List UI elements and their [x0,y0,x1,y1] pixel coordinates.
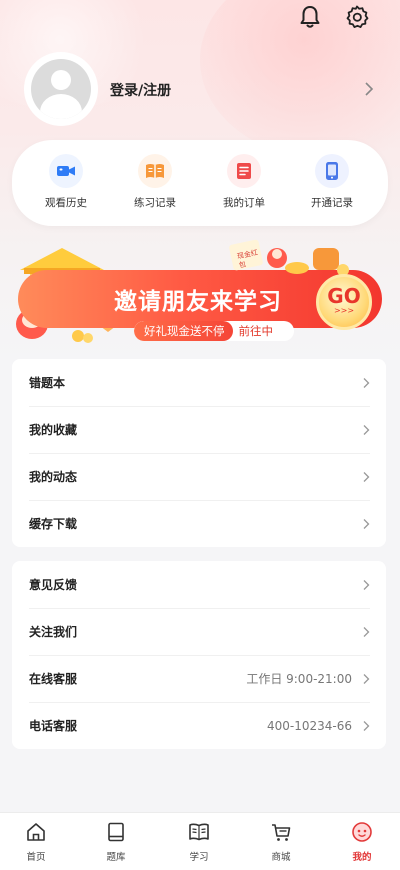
video-icon [49,154,83,188]
quick-action-label: 观看历史 [45,197,87,209]
tab-question-bank[interactable]: 题库 [86,821,146,863]
chevron-right-icon [363,471,370,482]
quick-action-label: 开通记录 [311,197,353,209]
user-login-row[interactable]: 登录/注册 [24,52,376,128]
login-register-link[interactable]: 登录/注册 [110,80,171,100]
bell-icon[interactable] [297,4,323,30]
menu-item-label: 我的收藏 [29,423,78,437]
online-service-hours: 工作日 9:00-21:00 [246,672,352,686]
shopping-cart-icon [272,824,291,841]
menu-item-wrong-questions[interactable]: 错题本 [12,359,386,406]
menu-item-label: 缓存下载 [29,517,78,531]
tab-label: 学习 [189,852,209,863]
tab-label: 题库 [106,852,126,863]
menu-item-label: 意见反馈 [29,578,78,592]
tab-mall[interactable]: 商城 [251,821,311,863]
banner-subtitle-right: 前往中 [238,324,274,338]
quick-action-label: 练习记录 [134,197,176,209]
menu-item-label: 关注我们 [29,625,78,639]
gear-icon[interactable] [344,4,370,30]
menu-item-phone-service[interactable]: 电话客服 400-10234-66 [12,702,386,749]
quick-action-label: 我的订单 [223,197,265,209]
tab-study[interactable]: 学习 [169,821,229,863]
tab-label: 商城 [271,852,291,863]
menu-item-label: 错题本 [29,376,66,390]
bottom-tab-bar: 首页 题库 学习 商城 我的 [0,812,400,870]
quick-action-my-orders[interactable]: 我的订单 [204,154,284,210]
tab-label: 我的 [352,852,372,863]
home-icon [27,823,45,841]
invite-friends-banner[interactable]: 现金红包 邀请朋友来学习 好礼现金送不停 前往中 GO >>> [0,232,400,354]
menu-item-my-activity[interactable]: 我的动态 [12,453,386,500]
phone-icon [315,154,349,188]
question-bank-icon [108,822,124,842]
menu-item-feedback[interactable]: 意见反馈 [12,561,386,608]
chevron-right-icon [363,579,370,590]
chevron-right-icon [365,82,374,96]
book-open-icon [138,154,172,188]
tab-label: 首页 [26,852,46,863]
chevron-right-icon [363,720,370,731]
chevron-right-icon [363,626,370,637]
quick-actions-card: 观看历史 练习记录 我的订单 开通记录 [12,140,388,226]
menu-item-online-service[interactable]: 在线客服 工作日 9:00-21:00 [12,655,386,702]
banner-title: 邀请朋友来学习 [114,289,282,315]
profile-face-icon [352,822,372,842]
menu-group-learning: 错题本 我的收藏 我的动态 缓存下载 [12,359,386,547]
tab-home[interactable]: 首页 [6,821,66,863]
menu-item-follow-us[interactable]: 关注我们 [12,608,386,655]
avatar[interactable] [24,52,98,126]
banner-subtitle: 好礼现金送不停 前往中 [134,321,294,341]
menu-item-label: 电话客服 [29,719,78,733]
chevron-right-icon [363,377,370,388]
menu-item-label: 在线客服 [29,672,78,686]
quick-action-practice-record[interactable]: 练习记录 [115,154,195,210]
banner-subtitle-left: 好礼现金送不停 [134,321,233,341]
order-list-icon [227,154,261,188]
go-button[interactable]: GO >>> [316,274,372,330]
default-avatar-icon [31,59,91,119]
menu-item-label: 我的动态 [29,470,78,484]
menu-item-favorites[interactable]: 我的收藏 [12,406,386,453]
study-book-icon [189,823,209,841]
tab-mine[interactable]: 我的 [332,821,392,863]
quick-action-watch-history[interactable]: 观看历史 [26,154,106,210]
chevron-right-icon [363,673,370,684]
menu-item-downloads[interactable]: 缓存下载 [12,500,386,547]
chevron-right-icon [363,518,370,529]
quick-action-subscription-record[interactable]: 开通记录 [292,154,372,210]
go-label: GO [327,284,361,308]
menu-group-support: 意见反馈 关注我们 在线客服 工作日 9:00-21:00 电话客服 400-1… [12,561,386,749]
phone-service-number: 400-10234-66 [266,718,352,733]
chevron-right-icon [363,424,370,435]
